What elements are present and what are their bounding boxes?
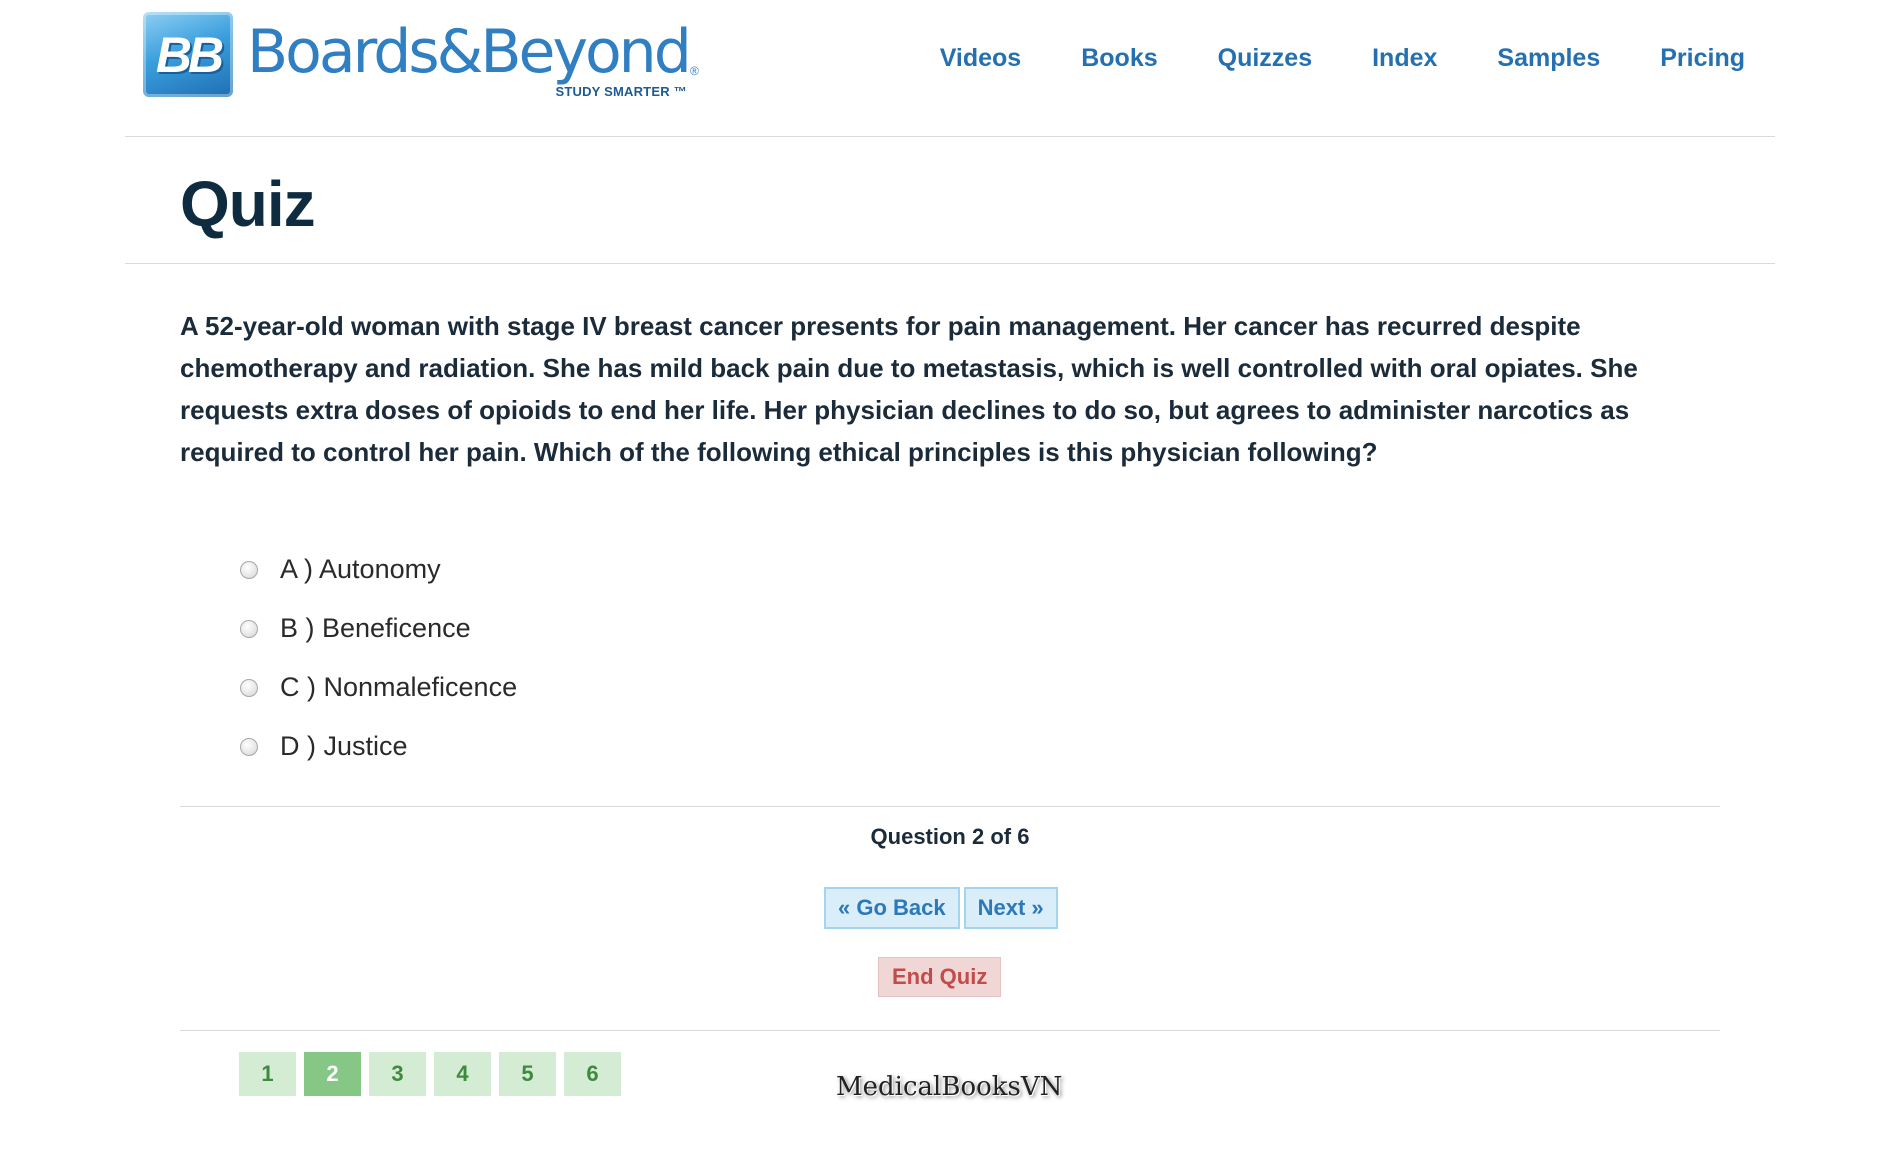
radio-button[interactable] bbox=[240, 560, 258, 579]
option-label: C ) Nonmaleficence bbox=[280, 672, 518, 702]
go-back-button[interactable]: « Go Back bbox=[824, 887, 960, 929]
option-b[interactable]: B ) Beneficence bbox=[240, 599, 517, 658]
brand-name: Boards&Beyond bbox=[247, 17, 692, 87]
page-button-5[interactable]: 5 bbox=[499, 1052, 556, 1096]
bb-logo-icon: BB bbox=[143, 12, 233, 97]
end-quiz-button[interactable]: End Quiz bbox=[878, 957, 1002, 997]
page-button-2-current[interactable]: 2 bbox=[304, 1052, 361, 1096]
nav-videos[interactable]: Videos bbox=[940, 44, 1022, 73]
page-button-1[interactable]: 1 bbox=[239, 1052, 296, 1096]
radio-button[interactable] bbox=[240, 619, 258, 638]
option-d[interactable]: D ) Justice bbox=[240, 717, 517, 776]
quiz-navigation: « Go Back Next » bbox=[824, 887, 1062, 929]
option-label: B ) Beneficence bbox=[280, 613, 471, 643]
radio-button[interactable] bbox=[240, 678, 258, 697]
site-header: BB Boards&Beyond ® STUDY SMARTER ™ Video… bbox=[125, 0, 1775, 137]
brand-tagline: STUDY SMARTER ™ bbox=[555, 84, 687, 99]
watermark: MedicalBooksVN bbox=[836, 1072, 1063, 1102]
quiz-page: BB Boards&Beyond ® STUDY SMARTER ™ Video… bbox=[0, 0, 1899, 1159]
page-button-4[interactable]: 4 bbox=[434, 1052, 491, 1096]
nav-index[interactable]: Index bbox=[1372, 44, 1437, 73]
brand-wordmark: Boards&Beyond ® STUDY SMARTER ™ bbox=[247, 12, 699, 99]
question-pager: 1 2 3 4 5 6 bbox=[239, 1052, 629, 1096]
page-title: Quiz bbox=[180, 168, 316, 240]
main-nav: Videos Books Quizzes Index Samples Prici… bbox=[880, 44, 1745, 73]
divider bbox=[180, 1030, 1720, 1031]
radio-button[interactable] bbox=[240, 737, 258, 756]
question-text: A 52-year-old woman with stage IV breast… bbox=[180, 311, 1638, 467]
page-button-3[interactable]: 3 bbox=[369, 1052, 426, 1096]
question-progress: Question 2 of 6 bbox=[870, 824, 1030, 849]
option-c[interactable]: C ) Nonmaleficence bbox=[240, 658, 517, 717]
next-button[interactable]: Next » bbox=[963, 887, 1058, 929]
divider bbox=[180, 806, 1720, 807]
option-label: D ) Justice bbox=[280, 731, 408, 761]
page-button-6[interactable]: 6 bbox=[564, 1052, 621, 1096]
nav-books[interactable]: Books bbox=[1081, 44, 1157, 73]
option-label: A ) Autonomy bbox=[280, 554, 441, 584]
option-a[interactable]: A ) Autonomy bbox=[240, 540, 517, 599]
nav-samples[interactable]: Samples bbox=[1497, 44, 1600, 73]
registered-mark: ® bbox=[689, 64, 699, 78]
nav-quizzes[interactable]: Quizzes bbox=[1218, 44, 1312, 73]
brand-logo[interactable]: BB Boards&Beyond ® STUDY SMARTER ™ bbox=[143, 12, 699, 99]
nav-pricing[interactable]: Pricing bbox=[1660, 44, 1745, 73]
title-bar: Quiz bbox=[125, 137, 1775, 264]
answer-options: A ) Autonomy B ) Beneficence C ) Nonmale… bbox=[240, 540, 517, 776]
